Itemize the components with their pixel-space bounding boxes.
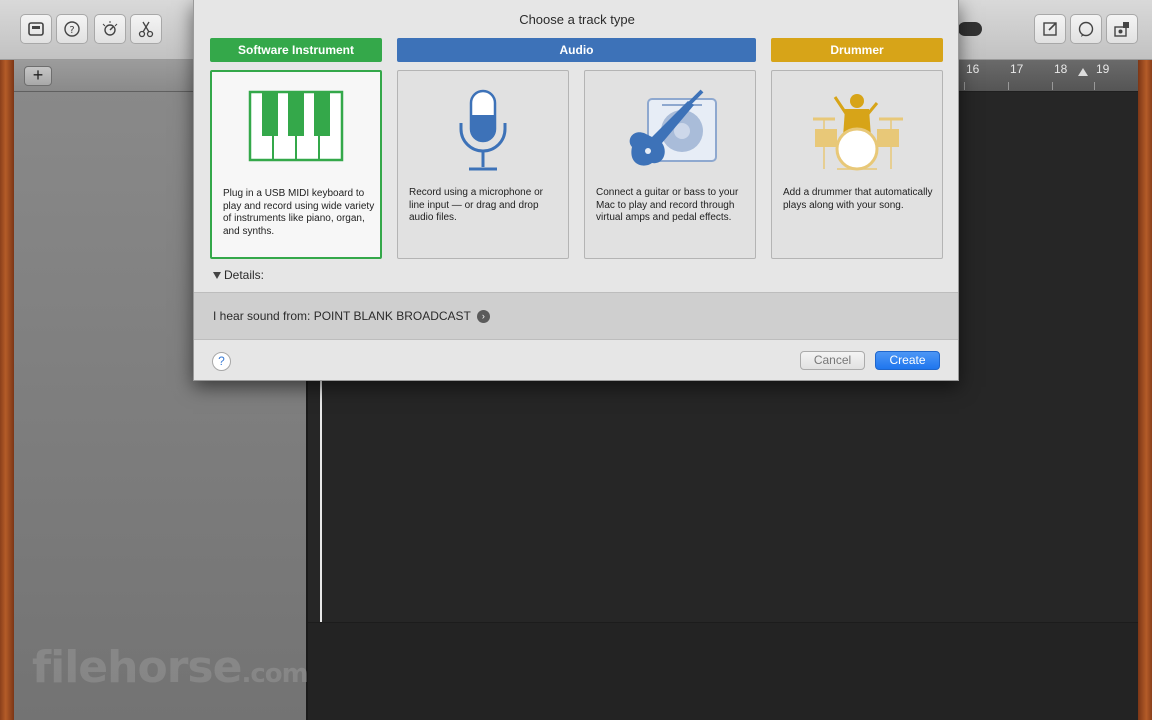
ruler-number: 16 bbox=[966, 62, 980, 76]
ruler-tick bbox=[964, 82, 965, 90]
ruler-tick bbox=[1052, 82, 1053, 90]
ruler-number: 17 bbox=[1010, 62, 1024, 76]
sound-output-row: I hear sound from: POINT BLANK BROADCAST… bbox=[213, 309, 490, 323]
category-audio: Audio bbox=[397, 38, 756, 62]
media-browser-button[interactable] bbox=[1106, 14, 1138, 44]
library-icon bbox=[28, 22, 44, 36]
card-illustration bbox=[585, 89, 755, 173]
toolbar-left-group: ? bbox=[20, 14, 88, 44]
microphone-icon bbox=[459, 89, 507, 171]
details-disclosure[interactable]: Details: bbox=[213, 268, 264, 282]
scissors-icon bbox=[138, 21, 154, 38]
card-illustration bbox=[398, 89, 568, 173]
new-track-dialog: Choose a track type Software Instrument … bbox=[193, 0, 959, 381]
ruler-number: 19 bbox=[1096, 62, 1110, 76]
disclosure-triangle-icon bbox=[213, 271, 221, 279]
library-button[interactable] bbox=[20, 14, 52, 44]
card-description: Record using a microphone or line input … bbox=[409, 187, 543, 224]
track-type-software-instrument[interactable]: Plug in a USB MIDI keyboard to play and … bbox=[210, 70, 382, 259]
sound-output-label: I hear sound from: POINT BLANK BROADCAST bbox=[213, 309, 471, 323]
smart-controls-icon bbox=[102, 21, 118, 36]
ruler-number: 18 bbox=[1054, 62, 1068, 76]
wood-frame-right bbox=[1138, 60, 1152, 720]
toolbar-right-group bbox=[1034, 14, 1138, 44]
track-type-microphone[interactable]: Record using a microphone or line input … bbox=[397, 70, 569, 259]
watermark-logo: filehorse.com bbox=[32, 642, 309, 693]
lcd-display-edge bbox=[958, 22, 982, 36]
card-description: Add a drummer that automatically plays a… bbox=[783, 187, 933, 211]
cancel-button[interactable]: Cancel bbox=[800, 351, 865, 370]
loops-icon bbox=[1078, 21, 1094, 37]
piano-keyboard-icon bbox=[248, 90, 344, 162]
media-browser-icon bbox=[1114, 22, 1129, 37]
toolbar-edit-group bbox=[94, 14, 162, 44]
ruler-tick bbox=[1008, 82, 1009, 90]
drummer-icon bbox=[813, 94, 903, 171]
track-type-guitar-bass[interactable]: Connect a guitar or bass to your Mac to … bbox=[584, 70, 756, 259]
svg-text:?: ? bbox=[69, 25, 74, 36]
add-track-button[interactable]: + bbox=[24, 66, 52, 86]
ruler-tick bbox=[1094, 82, 1095, 90]
category-software-instrument: Software Instrument bbox=[210, 38, 382, 62]
cycle-marker-icon[interactable] bbox=[1078, 68, 1088, 76]
sound-output-section: I hear sound from: POINT BLANK BROADCAST… bbox=[194, 292, 958, 340]
watermark-suffix: .com bbox=[241, 659, 308, 689]
watermark-main: filehorse bbox=[32, 642, 242, 693]
wood-frame-left bbox=[0, 60, 14, 720]
loop-browser-button[interactable] bbox=[1070, 14, 1102, 44]
note-pad-icon bbox=[1043, 22, 1057, 36]
help-button[interactable]: ? bbox=[56, 14, 88, 44]
card-description: Plug in a USB MIDI keyboard to play and … bbox=[223, 188, 375, 237]
note-pad-button[interactable] bbox=[1034, 14, 1066, 44]
card-illustration bbox=[212, 90, 380, 174]
create-button[interactable]: Create bbox=[875, 351, 940, 370]
guitar-amp-icon bbox=[629, 89, 717, 166]
dialog-help-button[interactable]: ? bbox=[212, 352, 231, 371]
category-drummer: Drummer bbox=[771, 38, 943, 62]
chevron-right-icon[interactable]: › bbox=[476, 309, 490, 323]
empty-track-lane bbox=[308, 622, 1138, 720]
editors-button[interactable] bbox=[130, 14, 162, 44]
dialog-title: Choose a track type bbox=[519, 12, 635, 27]
card-description: Connect a guitar or bass to your Mac to … bbox=[596, 187, 739, 224]
details-label: Details: bbox=[224, 268, 265, 282]
smart-controls-button[interactable] bbox=[94, 14, 126, 44]
track-type-drummer[interactable]: Add a drummer that automatically plays a… bbox=[771, 70, 943, 259]
card-illustration bbox=[772, 89, 942, 173]
help-icon: ? bbox=[64, 21, 80, 37]
